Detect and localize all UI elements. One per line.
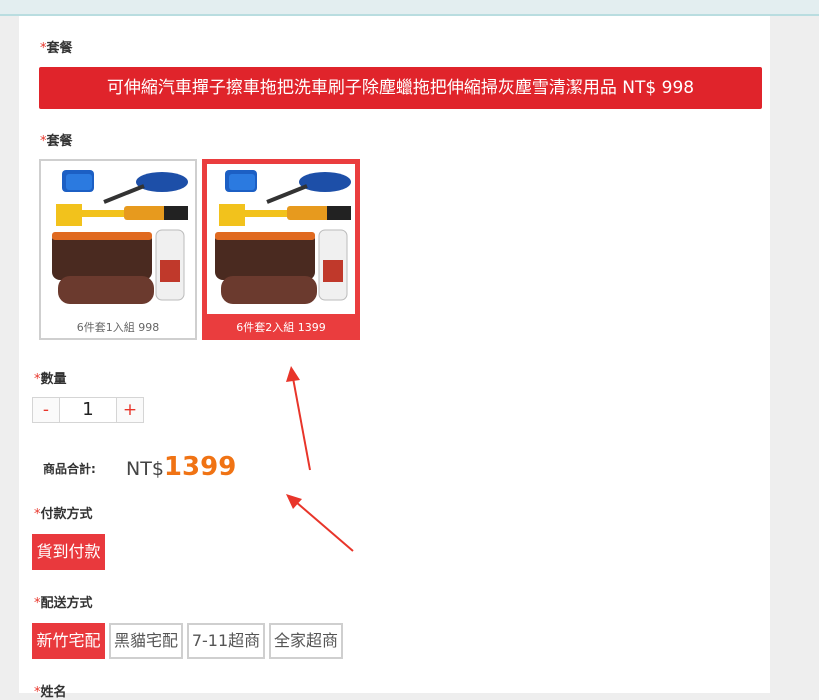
delivery-option-hct[interactable]: 新竹宅配 xyxy=(32,623,105,659)
delivery-label: *配送方式 xyxy=(34,592,93,611)
payment-label-text: 付款方式 xyxy=(40,507,93,522)
product-image xyxy=(207,164,355,314)
quantity-label-text: 數量 xyxy=(40,372,67,387)
order-form-panel xyxy=(19,16,770,693)
package-label-2: *套餐 xyxy=(40,130,73,149)
package-option-caption: 6件套2入組 1399 xyxy=(236,321,326,334)
package-label-text: 套餐 xyxy=(46,134,73,149)
quantity-increase-button[interactable]: + xyxy=(116,397,144,423)
payment-option-cod[interactable]: 貨到付款 xyxy=(32,534,105,570)
quantity-input[interactable]: 1 xyxy=(60,397,116,423)
delivery-option-711[interactable]: 7-11超商 xyxy=(187,623,265,659)
package-option-card-2[interactable]: 6件套2入組 1399 xyxy=(202,159,360,340)
package-option-caption: 6件套1入組 998 xyxy=(76,321,160,334)
subtotal-label: 商品合計: xyxy=(43,462,96,476)
top-bar xyxy=(0,0,819,16)
delivery-option-family-mart[interactable]: 全家超商 xyxy=(269,623,343,659)
quantity-decrease-button[interactable]: - xyxy=(32,397,60,423)
package-option-card-1[interactable]: 6件套1入組 998 xyxy=(39,159,197,340)
package-banner-option[interactable]: 可伸縮汽車撣子擦車拖把洗車刷子除塵蠟拖把伸縮掃灰塵雪清潔用品 NT$ 998 xyxy=(39,67,762,109)
name-label: *姓名 xyxy=(34,681,67,700)
subtotal-currency: NT$ xyxy=(126,458,164,480)
subtotal-value: NT$1399 xyxy=(126,452,236,482)
delivery-label-text: 配送方式 xyxy=(40,596,93,611)
quantity-label: *數量 xyxy=(34,368,67,387)
product-image xyxy=(44,164,192,314)
subtotal-amount: 1399 xyxy=(163,452,237,482)
package-label-1: *套餐 xyxy=(40,37,73,56)
package-label-text: 套餐 xyxy=(46,41,73,56)
delivery-option-black-cat[interactable]: 黑貓宅配 xyxy=(109,623,183,659)
quantity-stepper: - 1 + xyxy=(32,397,144,423)
payment-label: *付款方式 xyxy=(34,503,93,522)
